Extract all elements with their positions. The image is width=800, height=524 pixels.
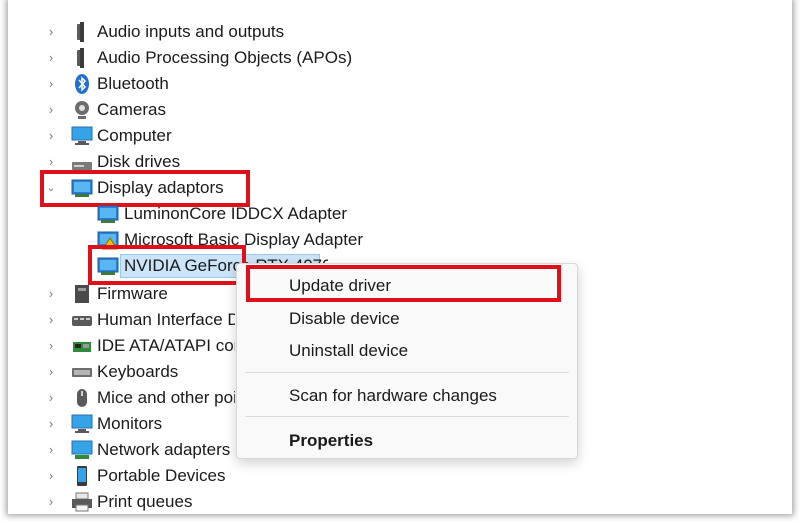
tree-item-network-adapters[interactable]: › Network adapters [8, 437, 235, 463]
tree-item-label: Keyboards [97, 362, 179, 381]
chevron-right-icon[interactable]: › [46, 281, 56, 307]
printer-icon [71, 492, 93, 512]
tree-item-label: Cameras [97, 100, 166, 119]
menu-item-disable-device[interactable]: Disable device [289, 305, 400, 333]
bluetooth-icon [71, 74, 93, 94]
menu-item-scan-hardware[interactable]: Scan for hardware changes [289, 382, 497, 410]
monitor-icon [71, 414, 93, 434]
menu-item-uninstall-device[interactable]: Uninstall device [289, 337, 408, 365]
firmware-icon [71, 284, 93, 304]
tree-item-label: Audio inputs and outputs [97, 22, 285, 41]
hid-icon [71, 310, 93, 330]
portable-device-icon [71, 466, 93, 486]
tree-item-monitors[interactable]: › Monitors [8, 411, 235, 437]
chevron-right-icon[interactable]: › [46, 411, 56, 437]
disk-drive-icon [71, 152, 93, 172]
tree-item-label: Bluetooth [97, 74, 169, 93]
chevron-right-icon[interactable]: › [46, 71, 56, 97]
tree-item-label: LuminonCore IDDCX Adapter [124, 204, 348, 223]
chevron-right-icon[interactable]: › [46, 123, 56, 149]
computer-icon [71, 126, 93, 146]
menu-separator [245, 372, 569, 373]
tree-item-cameras[interactable]: › Cameras [8, 97, 608, 123]
tree-item-ide-controllers[interactable]: › IDE ATA/ATAPI controllers [8, 333, 235, 359]
menu-separator [245, 416, 569, 417]
chevron-right-icon[interactable]: › [46, 437, 56, 463]
tree-item-label: IDE ATA/ATAPI controllers [97, 336, 235, 355]
tree-item-label: Audio Processing Objects (APOs) [97, 48, 353, 67]
tree-item-label: Network adapters [97, 440, 231, 459]
chevron-right-icon[interactable]: › [46, 359, 56, 385]
tree-item-bluetooth[interactable]: › Bluetooth [8, 71, 608, 97]
tree-item-label: Firmware [97, 284, 168, 303]
highlight-box-update-driver [246, 265, 561, 302]
mouse-icon [71, 388, 93, 408]
display-adapter-icon [97, 204, 119, 224]
tree-item-print-queues[interactable]: › Print queues [8, 489, 608, 514]
camera-icon [71, 100, 93, 120]
tree-item-audio-inputs[interactable]: › Audio inputs and outputs [8, 19, 608, 45]
chevron-right-icon[interactable]: › [46, 19, 56, 45]
chevron-right-icon[interactable]: › [46, 333, 56, 359]
tree-item-luminoncore-adapter[interactable]: LuminonCore IDDCX Adapter [8, 201, 608, 227]
menu-item-properties[interactable]: Properties [289, 427, 373, 455]
chevron-right-icon[interactable]: › [46, 45, 56, 71]
tree-item-keyboards[interactable]: › Keyboards [8, 359, 235, 385]
tree-item-label: Monitors [97, 414, 163, 433]
chevron-right-icon[interactable]: › [46, 97, 56, 123]
ide-controller-icon [71, 336, 93, 356]
tree-item-label: Portable Devices [97, 466, 226, 485]
cropped-category-top [38, 0, 158, 4]
tree-item-label: Mice and other pointing devices [97, 388, 235, 407]
tree-item-computer[interactable]: › Computer [8, 123, 608, 149]
speaker-icon [71, 22, 93, 42]
network-adapter-icon [71, 440, 93, 460]
tree-item-human-interface[interactable]: › Human Interface Devices [8, 307, 235, 333]
chevron-right-icon[interactable]: › [46, 307, 56, 333]
device-manager-window: › Audio inputs and outputs › Audio Proce… [8, 0, 792, 514]
chevron-right-icon[interactable]: › [46, 385, 56, 411]
highlight-box-nvidia [88, 245, 246, 285]
chevron-right-icon[interactable]: › [46, 489, 56, 514]
chevron-right-icon[interactable]: › [46, 463, 56, 489]
keyboard-icon [71, 362, 93, 382]
tree-item-label: Human Interface Devices [97, 310, 235, 329]
tree-item-label: Computer [97, 126, 172, 145]
tree-item-mice[interactable]: › Mice and other pointing devices [8, 385, 235, 411]
tree-item-audio-processing[interactable]: › Audio Processing Objects (APOs) [8, 45, 608, 71]
tree-item-label: Print queues [97, 492, 193, 511]
tree-item-portable-devices[interactable]: › Portable Devices [8, 463, 608, 489]
speaker-icon [71, 48, 93, 68]
